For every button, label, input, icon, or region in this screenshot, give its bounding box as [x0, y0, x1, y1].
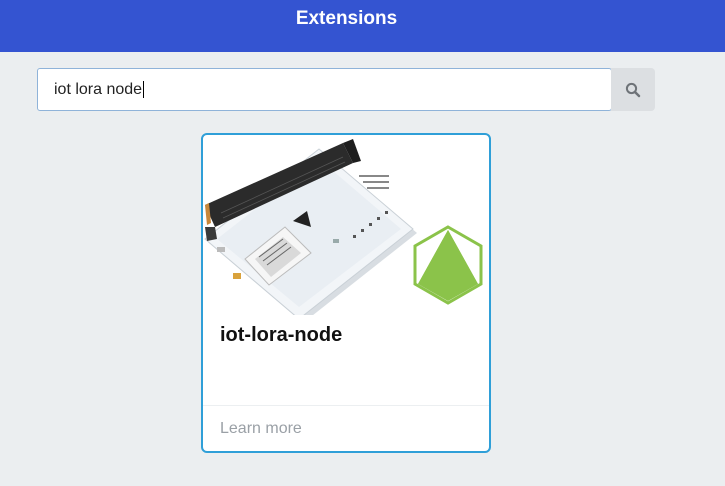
learn-more-link[interactable]: Learn more: [220, 420, 302, 438]
header-bar: Extensions: [0, 0, 725, 52]
card-footer: Learn more: [203, 405, 489, 451]
extension-title: iot-lora-node: [220, 324, 343, 346]
hexagon-pyramid-icon: [413, 225, 483, 305]
page-title: Extensions: [295, 8, 398, 29]
search-button[interactable]: [611, 68, 655, 111]
search-input-value: iot lora node: [54, 80, 143, 98]
search-icon: [625, 82, 641, 97]
search-input[interactable]: iot lora node: [37, 68, 612, 111]
extension-card[interactable]: iot-lora-node Learn more: [201, 133, 491, 453]
text-cursor: [143, 81, 145, 98]
extension-image: [204, 139, 483, 315]
